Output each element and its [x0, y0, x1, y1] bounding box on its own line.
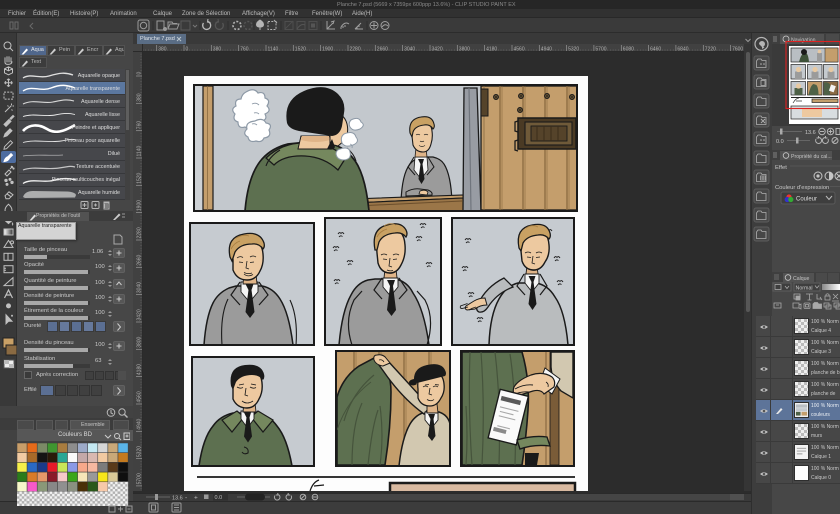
svg-text:4940: 4940 — [541, 47, 552, 53]
svg-text:1900: 1900 — [137, 200, 143, 211]
svg-text:5700: 5700 — [595, 47, 606, 53]
svg-text:3800: 3800 — [137, 336, 143, 347]
svg-text:6080: 6080 — [623, 47, 634, 53]
svg-text:760: 760 — [240, 47, 249, 53]
svg-text:2280: 2280 — [137, 227, 143, 238]
svg-text:1900: 1900 — [322, 47, 333, 53]
svg-text:2660: 2660 — [137, 254, 143, 265]
svg-text:3040: 3040 — [137, 282, 143, 293]
svg-text:5320: 5320 — [568, 47, 579, 53]
svg-text:6840: 6840 — [677, 47, 688, 53]
svg-text:13.6: 13.6 — [805, 130, 816, 136]
svg-text:4560: 4560 — [514, 47, 525, 53]
svg-text:4940: 4940 — [137, 418, 143, 429]
svg-text:4180: 4180 — [486, 47, 497, 53]
svg-text:0: 0 — [186, 47, 189, 53]
svg-text:3420: 3420 — [137, 309, 143, 320]
svg-text:5700: 5700 — [137, 473, 143, 484]
svg-text:0.0: 0.0 — [776, 139, 784, 145]
svg-text:380: 380 — [158, 47, 167, 53]
svg-text:7220: 7220 — [705, 47, 716, 53]
svg-text:3040: 3040 — [404, 47, 415, 53]
svg-text:380: 380 — [137, 93, 143, 102]
svg-text:Navigation: Navigation — [791, 38, 816, 44]
svg-text:Couleur d'expression: Couleur d'expression — [775, 185, 829, 191]
svg-text:2660: 2660 — [377, 47, 388, 53]
svg-text:0: 0 — [137, 72, 143, 75]
svg-text:1140: 1140 — [137, 146, 143, 157]
svg-text:1520: 1520 — [295, 47, 306, 53]
svg-text:4560: 4560 — [137, 391, 143, 402]
svg-text:Couleur: Couleur — [796, 197, 817, 203]
svg-text:760: 760 — [137, 121, 143, 130]
svg-text:7600: 7600 — [732, 47, 743, 53]
svg-text:1140: 1140 — [268, 47, 279, 53]
svg-text:6460: 6460 — [650, 47, 661, 53]
svg-text:3420: 3420 — [432, 47, 443, 53]
svg-text:4180: 4180 — [137, 364, 143, 375]
svg-text:2280: 2280 — [350, 47, 361, 53]
svg-text:Normal: Normal — [796, 286, 813, 292]
svg-text:3800: 3800 — [459, 47, 470, 53]
svg-text:Effet: Effet — [775, 165, 787, 171]
svg-text:Calque: Calque — [793, 276, 810, 282]
svg-text:1520: 1520 — [137, 172, 143, 183]
svg-text:Propriété du cal...: Propriété du cal... — [791, 154, 832, 160]
svg-text:5320: 5320 — [137, 446, 143, 457]
svg-text:380: 380 — [213, 47, 222, 53]
